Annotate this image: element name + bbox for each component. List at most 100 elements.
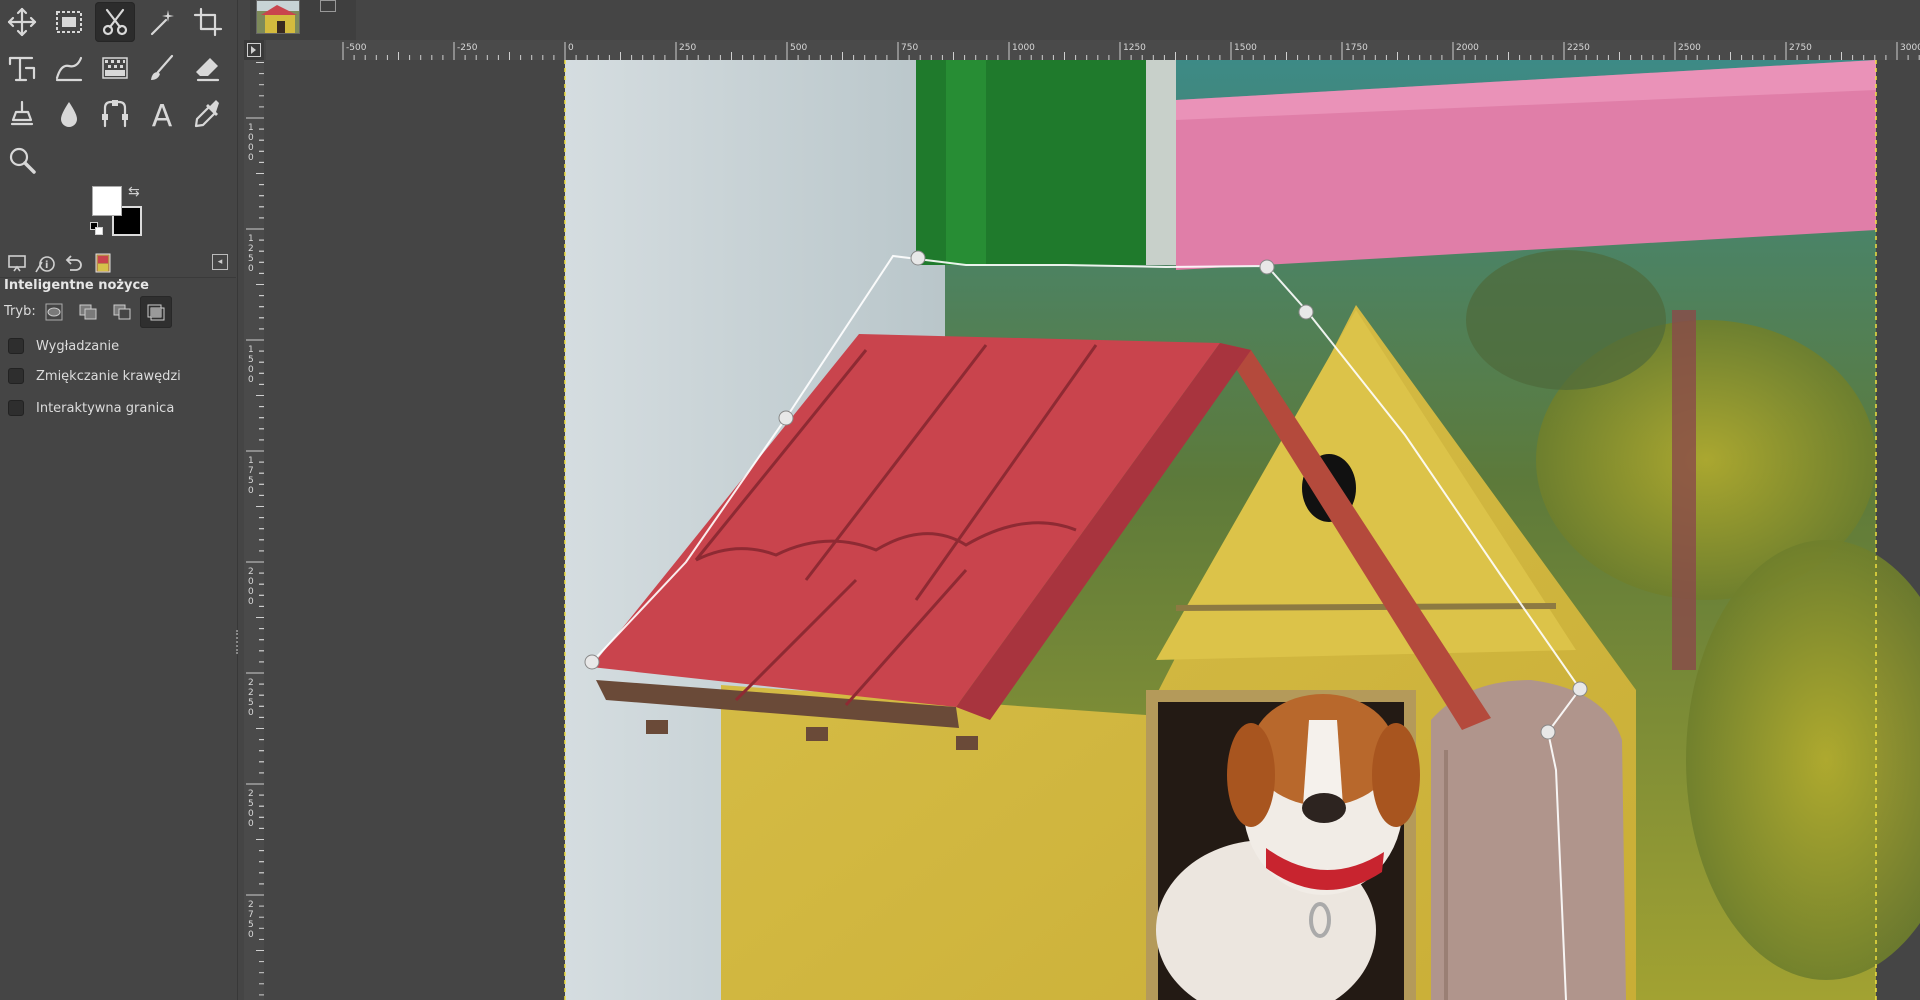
svg-text:A: A — [151, 99, 172, 130]
toolbox-panel: A ⇆ i ◂ Inteligentne nożyce Tryb: Wygład… — [0, 0, 238, 1000]
default-colors-icon[interactable] — [90, 222, 104, 236]
tool-rect-select[interactable] — [49, 2, 89, 42]
tool-options-icon[interactable] — [4, 251, 30, 275]
ruler-label: 5 — [248, 698, 254, 708]
ruler-label: 2 — [248, 688, 254, 698]
interactive-boundary-checkbox[interactable] — [8, 400, 24, 416]
control-point[interactable] — [1540, 724, 1556, 740]
ruler-label: 5 — [248, 920, 254, 930]
tool-paths[interactable] — [95, 94, 135, 134]
subtract-mode-button[interactable] — [106, 296, 138, 328]
ruler-label: 2250 — [1567, 43, 1590, 53]
foreground-color-swatch[interactable] — [92, 186, 122, 216]
ruler-label: 2 — [248, 567, 254, 577]
antialiasing-checkbox[interactable] — [8, 338, 24, 354]
ruler-label: 1500 — [1234, 43, 1257, 53]
ruler-label: 0 — [248, 486, 254, 496]
magic-wand-icon — [150, 10, 174, 36]
horizontal-ruler: -500 -250 0 250 500 750 1000 1250 1500 1750 2000 22… — [266, 40, 1920, 60]
tool-clone[interactable] — [2, 94, 42, 134]
tool-color-picker[interactable] — [188, 94, 228, 134]
image-tab[interactable] — [250, 0, 356, 40]
ruler-label: 0 — [248, 365, 254, 375]
ruler-label: 1750 — [1345, 43, 1368, 53]
tool-paintbrush[interactable] — [142, 48, 182, 88]
color-selector: ⇆ — [90, 182, 146, 238]
control-point[interactable] — [910, 250, 926, 266]
control-point[interactable] — [584, 654, 600, 670]
feather-edges-checkbox[interactable] — [8, 368, 24, 384]
ruler-label: 1 — [248, 234, 254, 244]
tool-crop[interactable] — [188, 2, 228, 42]
canvas-image[interactable] — [266, 60, 1920, 1000]
interactive-boundary-option[interactable]: Interaktywna granica — [8, 398, 174, 418]
image-canvas[interactable] — [266, 60, 1920, 1000]
ruler-label: 1 — [248, 345, 254, 355]
ruler-label: 3000 — [1900, 43, 1920, 53]
tool-gradient[interactable] — [95, 48, 135, 88]
quick-mask-toggle[interactable] — [244, 40, 264, 60]
close-tab-icon[interactable] — [320, 0, 336, 12]
ruler-label: 0 — [248, 143, 254, 153]
ruler-label: 1000 — [1012, 43, 1035, 53]
ruler-label: 750 — [901, 43, 918, 53]
tool-zoom[interactable] — [2, 140, 42, 180]
ruler-label: 0 — [248, 577, 254, 587]
ruler-label: 0 — [248, 708, 254, 718]
swap-colors-icon[interactable]: ⇆ — [128, 184, 140, 200]
intersect-mode-icon — [147, 304, 165, 321]
ruler-label: 0 — [568, 43, 574, 53]
ruler-label: 2 — [248, 789, 254, 799]
ruler-label: 1 — [248, 123, 254, 133]
tool-scissors[interactable] — [95, 2, 135, 42]
control-point[interactable] — [1298, 304, 1314, 320]
dock-tab-bar: i ◂ — [0, 248, 236, 278]
text-icon: A — [151, 99, 172, 130]
antialiasing-option[interactable]: Wygładzanie — [8, 336, 119, 356]
control-point[interactable] — [1259, 259, 1275, 275]
ruler-label: 7 — [248, 466, 254, 476]
images-icon[interactable] — [90, 251, 116, 275]
feather-edges-label: Zmiękczanie krawędzi — [36, 368, 181, 384]
ruler-label: 0 — [248, 809, 254, 819]
ruler-label: 0 — [248, 587, 254, 597]
ruler-label: 2 — [248, 900, 254, 910]
replace-mode-button[interactable] — [38, 296, 70, 328]
zoom-icon — [9, 147, 36, 174]
feather-edges-option[interactable]: Zmiękczanie krawędzi — [8, 366, 181, 386]
replace-mode-icon — [45, 303, 63, 321]
tool-warp[interactable] — [49, 48, 89, 88]
eyedropper-icon — [194, 100, 219, 128]
crop-icon — [193, 7, 223, 37]
paths-icon — [102, 100, 128, 128]
subtract-mode-icon — [113, 304, 131, 320]
tool-eraser[interactable] — [188, 48, 228, 88]
control-point[interactable] — [1572, 681, 1588, 697]
add-mode-icon — [79, 304, 97, 320]
navigate-icon — [247, 43, 261, 57]
interactive-boundary-label: Interaktywna granica — [36, 400, 175, 416]
ruler-label: 0 — [248, 375, 254, 385]
ruler-label: 5 — [248, 799, 254, 809]
tool-text[interactable]: A — [142, 94, 182, 134]
intersect-mode-button[interactable] — [140, 296, 172, 328]
ruler-label: 5 — [248, 254, 254, 264]
add-mode-button[interactable] — [72, 296, 104, 328]
ruler-label: 0 — [248, 264, 254, 274]
ruler-label: 1 — [248, 456, 254, 466]
ruler-label: 0 — [248, 930, 254, 940]
ruler-label: -500 — [346, 43, 367, 53]
tool-fuzzy-select[interactable] — [142, 2, 182, 42]
transform-icon — [8, 56, 36, 82]
tool-move[interactable] — [2, 2, 42, 42]
dock-resize-handle[interactable] — [236, 630, 240, 654]
move-icon — [7, 7, 37, 37]
mode-label: Tryb: — [4, 304, 36, 319]
tool-unified-transform[interactable] — [2, 48, 42, 88]
control-point[interactable] — [778, 410, 794, 426]
device-status-icon[interactable]: i — [32, 251, 58, 275]
tool-smudge[interactable] — [49, 94, 89, 134]
antialiasing-label: Wygładzanie — [36, 338, 120, 354]
dock-menu-icon[interactable]: ◂ — [212, 254, 228, 270]
undo-history-icon[interactable] — [60, 251, 86, 275]
